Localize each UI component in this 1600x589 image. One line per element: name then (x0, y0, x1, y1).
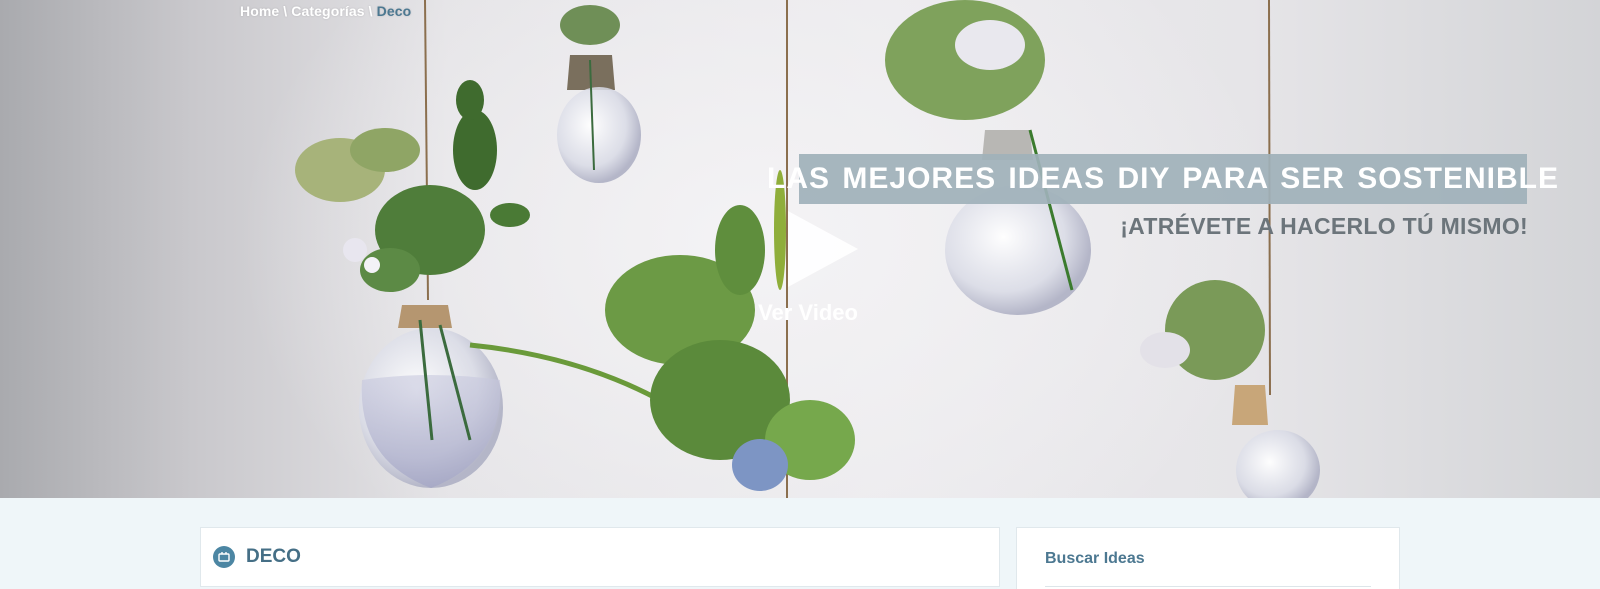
divider (1045, 586, 1371, 587)
hero-headline: LAS MEJORES IDEAS DIY PARA SER SOSTENIBL… (767, 154, 1558, 204)
search-widget: Buscar Ideas (1016, 527, 1400, 589)
search-widget-title: Buscar Ideas (1045, 550, 1145, 567)
breadcrumb: Home \ Categorías \ Deco (240, 3, 411, 19)
breadcrumb-separator: \ (283, 3, 288, 19)
breadcrumb-current: Deco (376, 3, 412, 19)
category-title: DECO (246, 546, 301, 567)
ver-video-link[interactable]: Ver Video (748, 300, 868, 326)
hero-banner: Home \ Categorías \ Deco LAS MEJORES IDEAS D… (0, 0, 1600, 498)
breadcrumb-categories-link[interactable]: Categorías (291, 3, 364, 19)
play-icon[interactable] (786, 209, 860, 289)
breadcrumb-separator: \ (368, 3, 373, 19)
hero-subheadline: ¡ATRÉVETE A HACERLO TÚ MISMO! (1120, 213, 1528, 239)
category-icon (213, 546, 235, 568)
category-card: DECO (200, 527, 1000, 587)
breadcrumb-home-link[interactable]: Home (240, 3, 279, 19)
